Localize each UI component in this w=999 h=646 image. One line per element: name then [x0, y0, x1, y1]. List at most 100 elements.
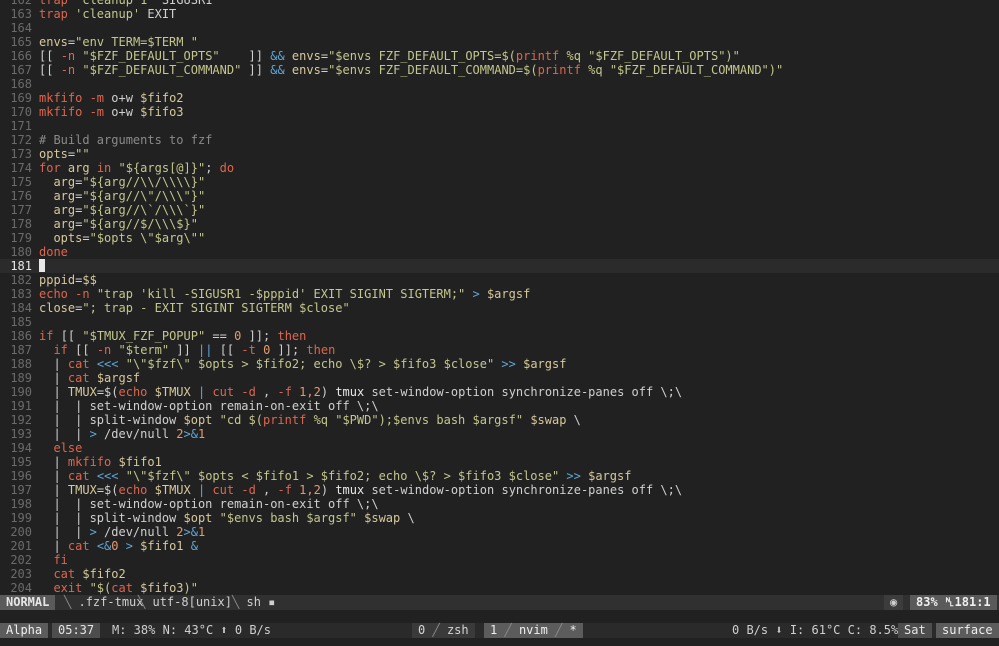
code-line[interactable]: 167 [[ -n "$FZF_DEFAULT_COMMAND" ]] && en… [0, 63, 999, 77]
code-line[interactable]: 194 else [0, 441, 999, 455]
code-line[interactable]: 170 mkfifo -m o+w $fifo3 [0, 105, 999, 119]
code-line[interactable]: 187 if [[ -n "$term" ]] || [[ -t 0 ]]; t… [0, 343, 999, 357]
code-line[interactable]: 191 | | set-window-option remain-on-exit… [0, 399, 999, 413]
code-text: mkfifo -m o+w $fifo2 [39, 91, 184, 105]
code-text: | | set-window-option remain-on-exit off… [39, 399, 378, 413]
code-token: -f [277, 483, 300, 497]
line-number: 190 [10, 385, 32, 399]
code-line[interactable]: 193 | | > /dev/null 2>&1 [0, 427, 999, 441]
code-token: $opt [183, 511, 220, 525]
code-text: | | split-window $opt "cd $(printf %q "$… [39, 413, 580, 427]
code-token: -d [241, 483, 264, 497]
code-text: done [39, 245, 68, 259]
code-token: set-window-option remain-on-exit off \;\ [89, 497, 379, 511]
file-type: ╲ sh ▪ [232, 595, 276, 609]
line-number: 163 [10, 7, 32, 21]
code-text: close="; trap - EXIT SIGINT SIGTERM $clo… [39, 301, 350, 315]
code-token: , [263, 483, 278, 497]
code-token: <<< [96, 469, 126, 483]
code-editor[interactable]: 162 trap 'cleanup 1' SIGUSR1 163 trap 'clea… [0, 0, 999, 595]
code-line[interactable]: 195 | mkfifo $fifo1 [0, 455, 999, 469]
code-line[interactable]: 171 [0, 119, 999, 133]
code-token: | [197, 483, 213, 497]
code-line[interactable]: 168 [0, 77, 999, 91]
code-line[interactable]: 197 | TMUX=$(echo $TMUX | cut -d , -f 1,… [0, 483, 999, 497]
code-token: $swap [530, 413, 574, 427]
code-token: | | [39, 525, 90, 539]
code-line[interactable]: 163 trap 'cleanup' EXIT [0, 7, 999, 21]
code-token: cat [67, 357, 97, 371]
code-token: -f [277, 385, 300, 399]
code-text: if [[ "$TMUX_FZF_POPUP" == 0 ]]; then [39, 329, 306, 343]
scroll-percent: 83% ␤181:1 [910, 595, 997, 610]
code-line[interactable]: 164 [0, 21, 999, 35]
window-1-active[interactable]: 1 ╱ nvim ╱ * [484, 623, 583, 638]
code-line[interactable]: 178 arg="${arg//$/\\\$}" [0, 217, 999, 231]
code-line[interactable]: 169 mkfifo -m o+w $fifo2 [0, 91, 999, 105]
separator-slash: ╲ [138, 595, 146, 609]
line-number: 172 [10, 133, 32, 147]
code-line[interactable]: 188 | cat <<< "\"$fzf\" $opts > $fifo2; … [0, 357, 999, 371]
code-line[interactable]: 196 | cat <<< "\"$fzf\" $opts < $fifo1 >… [0, 469, 999, 483]
code-token: %q "$FZF_DEFAULT_COMMAND")" [588, 63, 784, 77]
code-token: $fifo3 [140, 105, 184, 119]
code-token: mkfifo [67, 455, 119, 469]
code-line[interactable]: 203 cat $fifo2 [0, 567, 999, 581]
code-token: [[ [39, 49, 61, 63]
code-token: "${arg//\\/\\\\}" [82, 175, 206, 189]
code-line[interactable]: 174 for arg in "${args[@]}"; do [0, 161, 999, 175]
code-line[interactable]: 180 done [0, 245, 999, 259]
code-line[interactable]: 189 | cat $argsf [0, 371, 999, 385]
code-line[interactable]: 181 [0, 259, 999, 273]
memory-usage: M: 38% [112, 623, 156, 637]
code-line[interactable]: 165 envs="env TERM=$TERM " [0, 35, 999, 49]
code-token: = [320, 63, 329, 77]
code-line[interactable]: 192 | | split-window $opt "cd $(printf %… [0, 413, 999, 427]
code-text: arg="${arg//\"/\\\"}" [39, 189, 205, 203]
code-line[interactable]: 204 exit "$(cat $fifo3)" [0, 581, 999, 595]
code-token: -m [89, 105, 112, 119]
code-line[interactable]: 179 opts="$opts \"$arg\"" [0, 231, 999, 245]
code-token: | | [39, 427, 90, 441]
code-token: if [39, 329, 61, 343]
code-token: | [39, 371, 68, 385]
code-line[interactable]: 176 arg="${arg//\"/\\\"}" [0, 189, 999, 203]
code-line[interactable]: 201 | cat <&0 > $fifo1 & [0, 539, 999, 553]
code-token: /dev/null [104, 525, 177, 539]
code-token: tmux [335, 483, 372, 497]
code-text: if [[ -n "$term" ]] || [[ -t 0 ]]; then [39, 343, 335, 357]
code-line[interactable]: 183 echo -n "trap 'kill -SIGUSR1 -$pppid'… [0, 287, 999, 301]
code-line[interactable]: 200 | | > /dev/null 2>&1 [0, 525, 999, 539]
code-token: cat [67, 539, 97, 553]
code-line[interactable]: 190 | TMUX=$(echo $TMUX | cut -d , -f 1,… [0, 385, 999, 399]
code-line[interactable]: 175 arg="${arg//\\/\\\\}" [0, 175, 999, 189]
code-line[interactable]: 202 fi [0, 553, 999, 567]
code-token: for [39, 161, 68, 175]
code-token: | [39, 385, 68, 399]
code-line[interactable]: 185 [0, 315, 999, 329]
line-number: 162 [10, 0, 32, 7]
code-line[interactable]: 173 opts="" [0, 147, 999, 161]
code-token: "env TERM=$TERM " [75, 35, 198, 49]
code-token: && [270, 63, 292, 77]
code-line[interactable]: 172 # Build arguments to fzf [0, 133, 999, 147]
session-name[interactable]: Alpha [0, 623, 49, 638]
code-line[interactable]: 184 close="; trap - EXIT SIGINT SIGTERM $… [0, 301, 999, 315]
code-line[interactable]: 166 [[ -n "$FZF_DEFAULT_OPTS" ]] && envs=… [0, 49, 999, 63]
code-line[interactable]: 186 if [[ "$TMUX_FZF_POPUP" == 0 ]]; then [0, 329, 999, 343]
code-line[interactable]: 198 | | set-window-option remain-on-exit… [0, 497, 999, 511]
code-token: "$envs FZF_DEFAULT_OPTS=$( [328, 49, 516, 63]
code-line[interactable]: 177 arg="${arg//\`/\\\`}" [0, 203, 999, 217]
code-token: >& [183, 525, 198, 539]
code-token: $opt [183, 413, 220, 427]
code-token: envs [291, 49, 321, 63]
window-0[interactable]: 0 ╱ zsh [412, 623, 475, 638]
code-text: # Build arguments to fzf [39, 133, 212, 147]
code-line[interactable]: 182 pppid=$$ [0, 273, 999, 287]
code-text: trap 'cleanup 1' SIGUSR1 [39, 0, 212, 7]
code-line[interactable]: 199 | | split-window $opt "$envs bash $a… [0, 511, 999, 525]
code-line[interactable]: 162 trap 'cleanup 1' SIGUSR1 [0, 0, 999, 7]
clock: 05:37 [52, 623, 101, 638]
code-token: [[ [60, 329, 83, 343]
